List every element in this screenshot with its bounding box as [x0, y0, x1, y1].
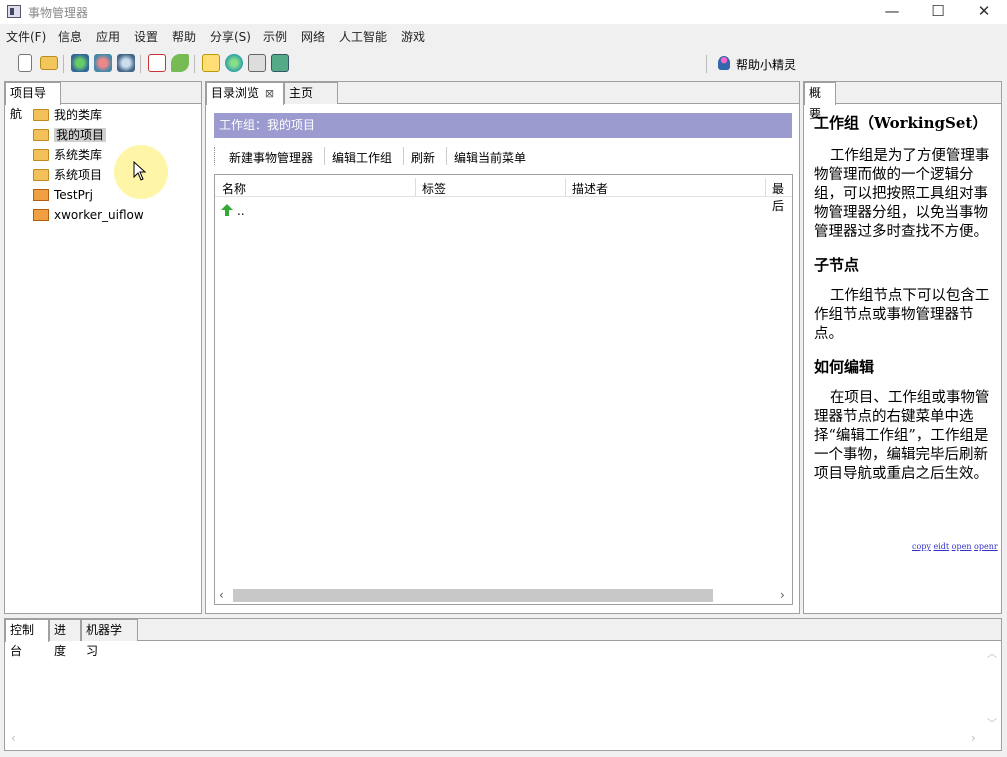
scroll-thumb[interactable] — [233, 589, 713, 602]
menu-settings[interactable]: 设置 — [134, 28, 158, 45]
edit-menu-button[interactable]: 编辑当前菜单 — [454, 149, 526, 166]
folder-icon — [33, 129, 49, 141]
new-manager-button[interactable]: 新建事物管理器 — [229, 149, 313, 166]
summary-paragraph-3: 在项目、工作组或事物管理器节点的右键菜单中选择“编辑工作组”，工作组是一个事物，… — [814, 390, 990, 482]
tree-item-xworker-uiflow[interactable]: xworker_uiflow — [33, 206, 144, 224]
project-icon — [33, 189, 49, 201]
refresh-button[interactable]: 刷新 — [411, 149, 435, 166]
edit-workgroup-button[interactable]: 编辑工作组 — [332, 149, 392, 166]
menu-network[interactable]: 网络 — [301, 28, 325, 45]
folder-icon — [33, 109, 49, 121]
minimize-button[interactable]: — — [869, 0, 915, 24]
directory-browser-panel: 目录浏览 ⊠ 主页 工作组：我的项目 新建事物管理器 编辑工作组 刷新 编辑当前… — [205, 81, 800, 614]
table-header: 名称 标签 描述者 最后 — [215, 175, 792, 213]
open-link[interactable]: open — [952, 542, 972, 551]
summary-links: copy eidt open openr — [912, 542, 998, 551]
tab-project-nav[interactable]: 项目导航 — [5, 82, 61, 121]
scroll-right-icon[interactable]: › — [971, 731, 976, 745]
menu-file[interactable]: 文件(F) — [6, 28, 46, 45]
project-icon — [33, 209, 49, 221]
menu-examples[interactable]: 示例 — [263, 28, 287, 45]
menu-help[interactable]: 帮助 — [172, 28, 196, 45]
summary-paragraph-2: 工作组节点下可以包含工作组节点或事物管理器节点。 — [814, 288, 990, 342]
col-name[interactable]: 名称 — [222, 180, 246, 197]
note-icon[interactable] — [202, 54, 220, 72]
summary-title: 工作组（WorkingSet） — [814, 114, 988, 132]
scroll-left-icon[interactable]: ‹ — [11, 731, 16, 745]
col-label[interactable]: 标签 — [422, 180, 446, 197]
summary-paragraph-1: 工作组是为了方便管理事物管理而做的一个逻辑分组，可以把按照工具组对事物管理器分组… — [814, 148, 990, 240]
scroll-up-icon[interactable]: ︿ — [987, 645, 997, 660]
scroll-right-icon[interactable]: › — [780, 588, 785, 602]
folder-icon — [33, 149, 49, 161]
tab-console[interactable]: 控制台 — [5, 619, 49, 658]
openr-link[interactable]: openr — [974, 542, 998, 551]
folder-icon — [33, 169, 49, 181]
project-nav-panel: 项目导航 我的类库 我的项目 系统类库 系统项目 TestPrj xworker… — [4, 81, 202, 614]
table-row[interactable]: .. — [215, 201, 792, 221]
tab-progress[interactable]: 进度 — [49, 619, 81, 658]
scroll-left-icon[interactable]: ‹ — [219, 588, 224, 602]
summary-heading-child-nodes: 子节点 — [814, 256, 860, 274]
helper-button[interactable]: 帮助小精灵 — [736, 56, 796, 73]
tab-close-icon[interactable]: ⊠ — [265, 87, 274, 100]
app-icon — [7, 5, 21, 18]
close-button[interactable]: ✕ — [961, 0, 1007, 24]
settings-globe-icon[interactable] — [117, 54, 135, 72]
mouse-pointer-icon — [133, 161, 147, 181]
menu-bar: 文件(F) 信息 应用 设置 帮助 分享(S) 示例 网络 人工智能 游戏 — [0, 26, 1007, 46]
summary-heading-how-to-edit: 如何编辑 — [814, 358, 875, 376]
new-file-icon[interactable] — [18, 54, 32, 72]
tab-directory-browse[interactable]: 目录浏览 ⊠ — [206, 82, 284, 105]
row-name: .. — [237, 204, 245, 218]
title-bar: 事物管理器 — ☐ ✕ — [0, 0, 1007, 24]
monitor-icon[interactable] — [271, 54, 289, 72]
menu-share[interactable]: 分享(S) — [210, 28, 251, 45]
scroll-down-icon[interactable]: ﹀ — [987, 715, 997, 730]
file-table: 名称 标签 描述者 最后 .. ‹ › — [214, 174, 793, 605]
tree-item-my-library[interactable]: 我的类库 — [33, 106, 102, 124]
tab-machine-learning[interactable]: 机器学习 — [81, 619, 138, 658]
tree-item-system-library[interactable]: 系统类库 — [33, 146, 102, 164]
maximize-button[interactable]: ☐ — [915, 0, 961, 24]
summary-panel: 概要 工作组（WorkingSet） 工作组是为了方便管理事物管理而做的一个逻辑… — [803, 81, 1002, 614]
workgroup-header: 工作组：我的项目 — [214, 113, 792, 138]
globe-icon[interactable] — [225, 54, 243, 72]
menu-ai[interactable]: 人工智能 — [339, 28, 387, 45]
refresh-globe-icon[interactable] — [71, 54, 89, 72]
image-tool-icon[interactable] — [94, 54, 112, 72]
user-helper-icon[interactable] — [718, 56, 730, 70]
open-folder-icon[interactable] — [40, 56, 58, 70]
menu-apps[interactable]: 应用 — [96, 28, 120, 45]
action-bar: 新建事物管理器 编辑工作组 刷新 编辑当前菜单 — [214, 145, 792, 167]
home-icon[interactable] — [248, 54, 266, 72]
window-title: 事物管理器 — [28, 6, 89, 20]
col-descriptor[interactable]: 描述者 — [572, 180, 608, 197]
edit-link[interactable]: eidt — [933, 542, 949, 551]
console-panel: 控制台 进度 机器学习 ︿ ﹀ ‹ › — [4, 618, 1002, 751]
copy-link[interactable]: copy — [912, 542, 931, 551]
menu-info[interactable]: 信息 — [58, 28, 82, 45]
tree-item-testprj[interactable]: TestPrj — [33, 186, 93, 204]
up-arrow-icon — [221, 204, 233, 216]
tab-home[interactable]: 主页 — [284, 82, 338, 104]
pdf-icon[interactable] — [148, 54, 166, 72]
tree-item-system-projects[interactable]: 系统项目 — [33, 166, 102, 184]
tree-item-my-projects[interactable]: 我的项目 — [33, 126, 107, 144]
tab-summary[interactable]: 概要 — [804, 82, 836, 121]
horizontal-scrollbar[interactable]: ‹ › — [215, 586, 792, 604]
toolbar: 帮助小精灵 — [0, 50, 1007, 78]
plugin-icon[interactable] — [171, 54, 189, 72]
menu-games[interactable]: 游戏 — [401, 28, 425, 45]
